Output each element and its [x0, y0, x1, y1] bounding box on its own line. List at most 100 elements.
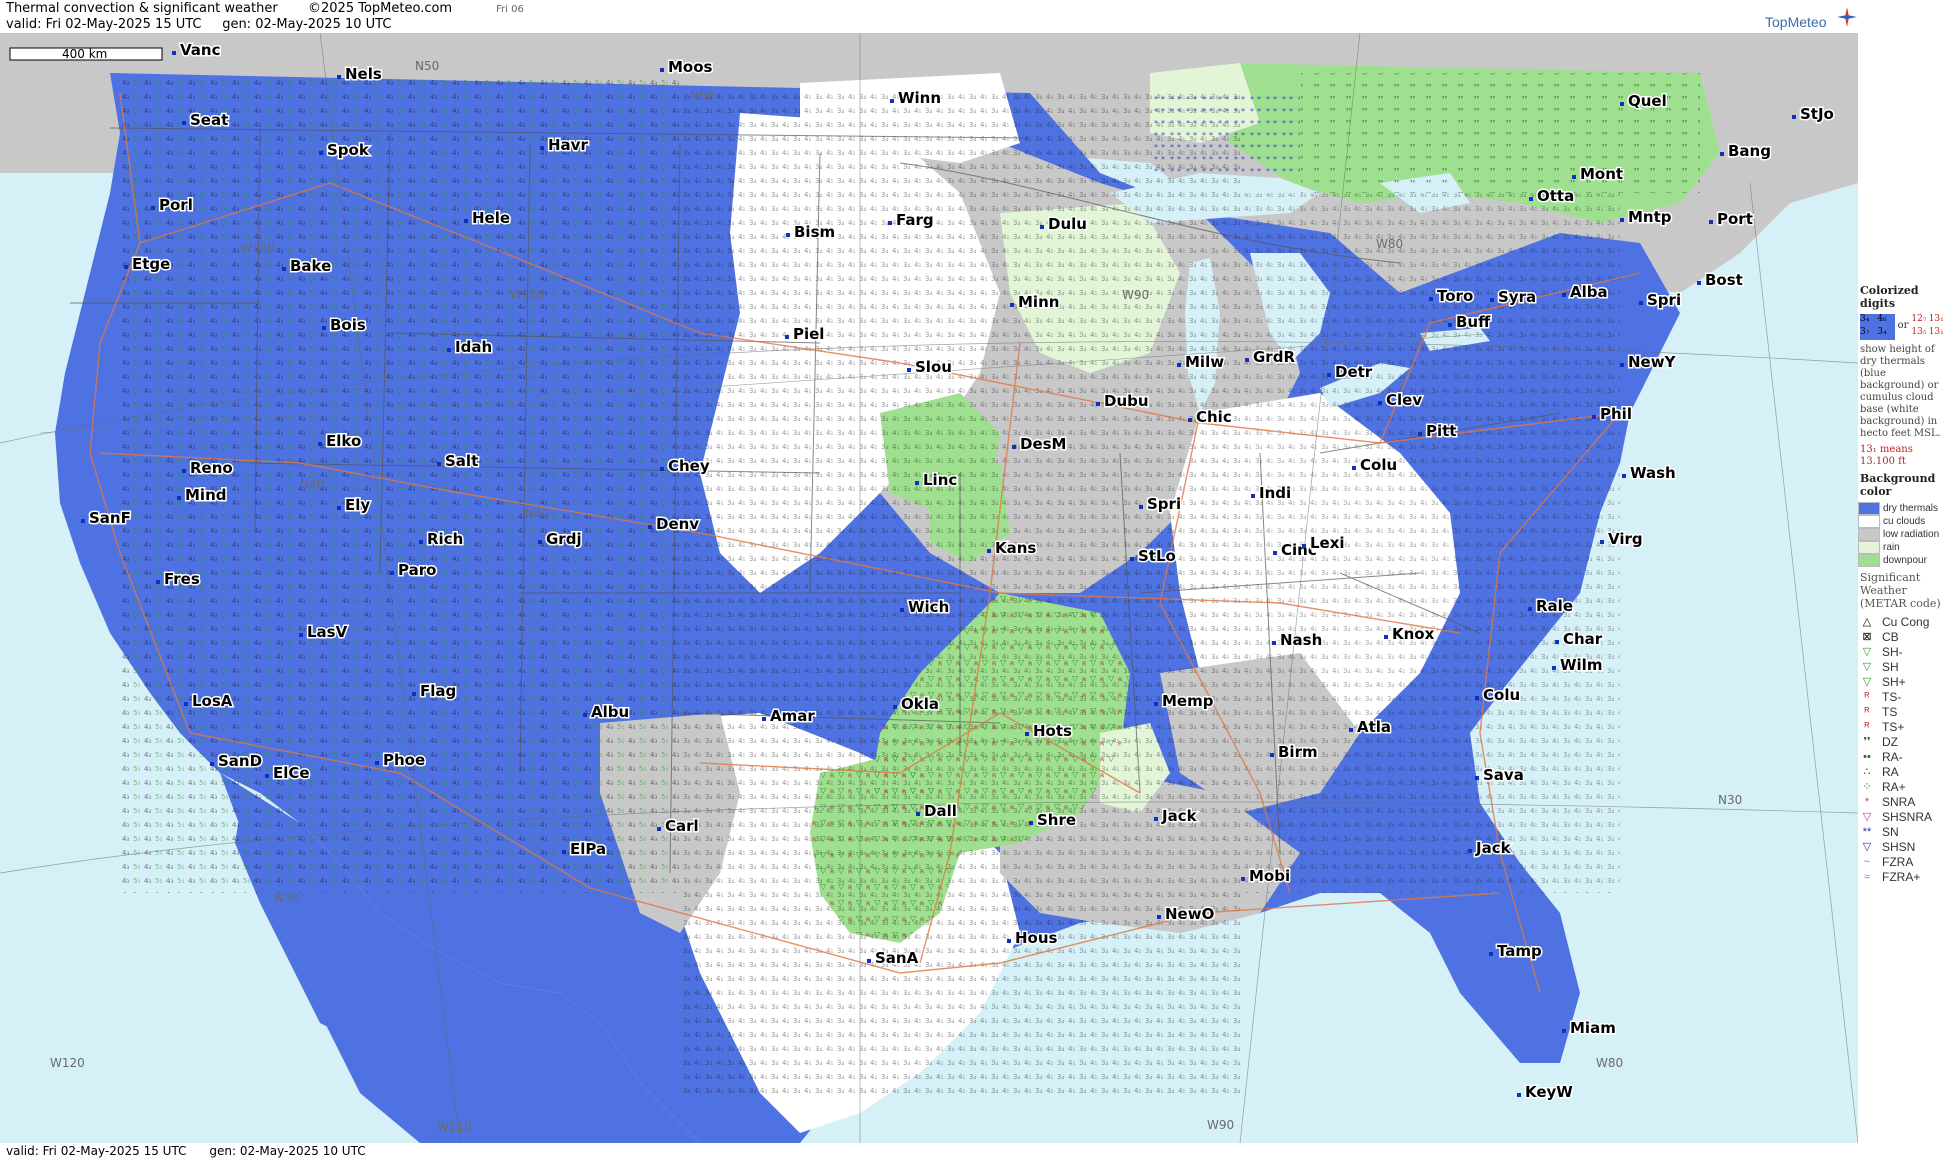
city-label-hous[interactable]: Hous: [1014, 928, 1060, 949]
city-label-newo[interactable]: NewO: [1164, 904, 1216, 925]
city-label-newy[interactable]: NewY: [1627, 352, 1679, 373]
city-label-detr[interactable]: Detr: [1334, 362, 1375, 383]
city-label-mobi[interactable]: Mobi: [1248, 866, 1292, 887]
city-label-otta[interactable]: Otta: [1536, 186, 1576, 207]
city-label-rale[interactable]: Rale: [1535, 596, 1575, 617]
city-label-wich[interactable]: Wich: [907, 597, 951, 618]
city-label-amar[interactable]: Amar: [769, 706, 817, 727]
city-marker: [583, 713, 587, 717]
city-label-knox[interactable]: Knox: [1391, 624, 1437, 645]
city-label-keyw[interactable]: KeyW: [1524, 1082, 1575, 1103]
city-label-lexi[interactable]: Lexi: [1309, 533, 1347, 554]
city-label-syra[interactable]: Syra: [1497, 287, 1538, 308]
city-label-char[interactable]: Char: [1562, 629, 1605, 650]
city-label-farg[interactable]: Farg: [895, 210, 936, 231]
city-label-bang[interactable]: Bang: [1727, 141, 1773, 162]
city-label-milw[interactable]: Milw: [1184, 352, 1226, 373]
city-label-porl[interactable]: Porl: [158, 195, 195, 216]
city-label-albu[interactable]: Albu: [590, 702, 631, 723]
city-label-alba[interactable]: Alba: [1569, 282, 1610, 303]
city-label-chic[interactable]: Chic: [1195, 407, 1234, 428]
city-label-buff[interactable]: Buff: [1455, 312, 1493, 333]
city-label-winn[interactable]: Winn: [897, 88, 943, 109]
city-label-phil[interactable]: Phil: [1599, 404, 1634, 425]
city-label-bois[interactable]: Bois: [329, 315, 368, 336]
city-label-flag[interactable]: Flag: [419, 681, 458, 702]
city-label-colu[interactable]: Colu: [1359, 455, 1399, 476]
city-label-virg[interactable]: Virg: [1607, 529, 1645, 550]
city-label-indi[interactable]: Indi: [1258, 483, 1293, 504]
weather-map[interactable]: 3₄ 4₁ 5₅ 4₃ ᴿ ▽ * * ❜❜: [0, 33, 1858, 1143]
city-label-sava[interactable]: Sava: [1482, 765, 1526, 786]
city-label-miam[interactable]: Miam: [1569, 1018, 1618, 1039]
city-label-losa[interactable]: LosA: [191, 691, 235, 712]
city-label-wash[interactable]: Wash: [1629, 463, 1678, 484]
city-label-kans[interactable]: Kans: [994, 538, 1038, 559]
city-label-piel[interactable]: Piel: [792, 324, 826, 345]
city-label-colu[interactable]: Colu: [1482, 685, 1522, 706]
city-label-havr[interactable]: Havr: [547, 135, 590, 156]
city-label-stlo[interactable]: StLo: [1137, 546, 1178, 567]
city-label-elce[interactable]: ElCe: [272, 763, 312, 784]
city-label-salt[interactable]: Salt: [444, 451, 480, 472]
city-label-mind[interactable]: Mind: [184, 485, 228, 506]
city-label-stjo[interactable]: StJo: [1799, 104, 1836, 125]
city-label-sand[interactable]: SanD: [217, 751, 264, 772]
city-label-lasv[interactable]: LasV: [306, 622, 350, 643]
city-label-grdj[interactable]: Grdj: [545, 529, 584, 550]
city-label-shre[interactable]: Shre: [1036, 810, 1078, 831]
city-label-bake[interactable]: Bake: [289, 256, 333, 277]
city-label-fres[interactable]: Fres: [163, 569, 202, 590]
city-label-sana[interactable]: SanA: [874, 948, 921, 969]
city-label-paro[interactable]: Paro: [397, 560, 438, 581]
city-label-elpa[interactable]: ElPa: [569, 839, 608, 860]
city-label-reno[interactable]: Reno: [189, 458, 235, 479]
city-label-hots[interactable]: Hots: [1032, 721, 1074, 742]
city-label-slou[interactable]: Slou: [914, 357, 954, 378]
city-label-phoe[interactable]: Phoe: [382, 750, 427, 771]
city-label-denv[interactable]: Denv: [655, 514, 701, 535]
city-label-chey[interactable]: Chey: [667, 456, 712, 477]
city-label-elko[interactable]: Elko: [325, 431, 363, 452]
city-label-pitt[interactable]: Pitt: [1425, 421, 1458, 442]
city-label-okla[interactable]: Okla: [900, 694, 941, 715]
city-label-carl[interactable]: Carl: [664, 816, 701, 837]
city-label-etge[interactable]: Etge: [131, 254, 172, 275]
city-label-dubu[interactable]: Dubu: [1103, 391, 1151, 412]
city-label-sanf[interactable]: SanF: [88, 508, 133, 529]
city-label-spri[interactable]: Spri: [1146, 494, 1183, 515]
city-label-mntp[interactable]: Mntp: [1627, 207, 1674, 228]
city-label-ely[interactable]: Ely: [344, 495, 372, 516]
city-label-mont[interactable]: Mont: [1579, 164, 1625, 185]
city-label-hele[interactable]: Hele: [471, 208, 512, 229]
city-label-jack[interactable]: Jack: [1160, 806, 1200, 827]
city-label-atla[interactable]: Atla: [1356, 717, 1393, 738]
city-label-nels[interactable]: Nels: [344, 64, 384, 85]
city-label-idah[interactable]: Idah: [454, 337, 494, 358]
city-label-port[interactable]: Port: [1716, 209, 1755, 230]
city-label-moos[interactable]: Moos: [667, 57, 715, 78]
city-label-minn[interactable]: Minn: [1017, 292, 1061, 313]
city-label-nash[interactable]: Nash: [1279, 630, 1324, 651]
city-label-quel[interactable]: Quel: [1627, 91, 1669, 112]
city-label-toro[interactable]: Toro: [1436, 286, 1475, 307]
city-label-birm[interactable]: Birm: [1277, 742, 1320, 763]
city-label-jack[interactable]: Jack: [1474, 838, 1514, 859]
copyright: ©2025 TopMeteo.com: [308, 1, 453, 16]
city-label-wilm[interactable]: Wilm: [1559, 655, 1604, 676]
city-label-dulu[interactable]: Dulu: [1047, 214, 1089, 235]
city-label-dall[interactable]: Dall: [923, 801, 959, 822]
city-label-clev[interactable]: Clev: [1385, 390, 1424, 411]
city-label-seat[interactable]: Seat: [189, 110, 230, 131]
city-label-tamp[interactable]: Tamp: [1496, 941, 1544, 962]
city-label-bism[interactable]: Bism: [793, 222, 837, 243]
city-label-spri[interactable]: Spri: [1646, 290, 1683, 311]
city-label-spok[interactable]: Spok: [326, 140, 372, 161]
city-label-linc[interactable]: Linc: [922, 470, 959, 491]
city-label-rich[interactable]: Rich: [426, 529, 465, 550]
city-label-grdr[interactable]: GrdR: [1252, 347, 1297, 368]
city-label-desm[interactable]: DesM: [1019, 434, 1068, 455]
city-label-vanc[interactable]: Vanc: [179, 40, 222, 61]
city-label-bost[interactable]: Bost: [1704, 270, 1745, 291]
city-label-memp[interactable]: Memp: [1161, 691, 1216, 712]
